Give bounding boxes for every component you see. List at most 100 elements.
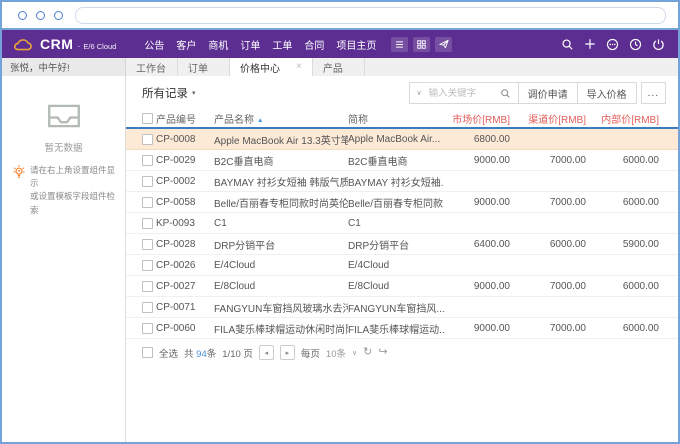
tab[interactable]: 产品 [313, 58, 365, 76]
prev-page-button[interactable]: ◂ [259, 345, 274, 360]
tab-close-icon[interactable]: × [296, 62, 302, 72]
clock-icon[interactable] [629, 38, 642, 51]
window-control-dot[interactable] [18, 11, 27, 20]
channel-price-cell: 7000.00 [510, 155, 586, 166]
short-name-cell: Apple MacBook Air... [348, 134, 444, 145]
tab[interactable]: 工作台 [126, 58, 178, 76]
product-code-cell: CP-0002 [156, 176, 214, 187]
select-all-checkbox[interactable] [142, 113, 153, 124]
price-adjust-request-button[interactable]: 调价申请 [518, 83, 577, 103]
product-name-cell[interactable]: B2C垂直电商 [214, 153, 348, 168]
import-prices-button[interactable]: 导入价格 [577, 83, 636, 103]
search-submit-icon[interactable] [493, 88, 518, 99]
nav-item[interactable]: 合同 [298, 37, 330, 52]
internal-price-cell: 5900.00 [586, 239, 679, 250]
row-checkbox[interactable] [142, 134, 153, 145]
row-checkbox[interactable] [142, 323, 153, 334]
row-checkbox[interactable] [142, 218, 153, 229]
column-header-market-price[interactable]: 市场价[RMB] [444, 111, 510, 126]
toolbar-actions: ∨ 调价申请 导入价格 ... [409, 82, 666, 104]
product-name-cell[interactable]: FILA斐乐棒球帽运动休闲时尚防晒遮阳帽子 [214, 321, 348, 336]
column-header-product-name[interactable]: 产品名称▲ [214, 111, 348, 126]
sort-asc-icon[interactable]: ▲ [257, 117, 263, 124]
nav-item[interactable]: 公告 [138, 37, 170, 52]
grid-view-button[interactable] [413, 37, 430, 52]
more-options-icon[interactable] [606, 38, 619, 51]
table-row[interactable]: CP-0008 Apple MacBook Air 13.3英寸笔记本电脑 Ap… [126, 129, 678, 150]
product-name-cell[interactable]: BAYMAY 衬衫女短袖 韩版气质女装蝴蝶结... [214, 174, 348, 189]
row-checkbox[interactable] [142, 239, 153, 250]
table-row[interactable]: KP-0093 C1 C1 [126, 213, 678, 234]
lightbulb-icon [12, 164, 26, 185]
per-page-label: 每页 [301, 346, 320, 360]
product-code-cell: CP-0027 [156, 281, 214, 292]
column-header-channel-price[interactable]: 渠道价[RMB] [510, 111, 586, 126]
refresh-icon[interactable]: ↻ [363, 347, 372, 358]
internal-price-cell: 6000.00 [586, 281, 679, 292]
per-page-caret-icon[interactable]: ∨ [352, 349, 357, 357]
table-row[interactable]: CP-0071 FANGYUN车窗挡风玻璃水去污除油清洗剂 FANGYUN车窗挡… [126, 297, 678, 318]
nav-item[interactable]: 订单 [234, 37, 266, 52]
empty-state-text: 暂无数据 [2, 140, 125, 154]
internal-price-cell: 6000.00 [586, 323, 679, 334]
column-header-internal-price[interactable]: 内部价[RMB] [586, 111, 679, 126]
table-row[interactable]: CP-0028 DRP分销平台 DRP分销平台 6400.00 6000.00 … [126, 234, 678, 255]
forward-icon[interactable]: ↪ [378, 347, 387, 358]
tab[interactable]: 订单 [178, 58, 230, 76]
view-selector[interactable]: 所有记录 ▾ [142, 85, 196, 101]
product-name-cell[interactable]: Apple MacBook Air 13.3英寸笔记本电脑 [214, 132, 348, 147]
tab[interactable]: 价格中心 × [230, 58, 313, 76]
nav-item[interactable]: 工单 [266, 37, 298, 52]
product-name-cell[interactable]: E/8Cloud [214, 281, 348, 292]
keyword-search-input[interactable] [427, 87, 493, 100]
table-row[interactable]: CP-0027 E/8Cloud E/8Cloud 9000.00 7000.0… [126, 276, 678, 297]
url-bar[interactable] [75, 7, 666, 24]
product-name-cell[interactable]: DRP分销平台 [214, 237, 348, 252]
search-icon[interactable] [561, 38, 574, 51]
row-checkbox[interactable] [142, 155, 153, 166]
list-view-button[interactable] [391, 37, 408, 52]
product-code-cell: CP-0058 [156, 197, 214, 208]
more-actions-button[interactable]: ... [641, 82, 666, 104]
table-row[interactable]: CP-0026 E/4Cloud E/4Cloud [126, 255, 678, 276]
nav-item[interactable]: 客户 [170, 37, 202, 52]
nav-item[interactable]: 项目主页 [330, 37, 382, 52]
table-header: 产品编号 产品名称▲ 简称 市场价[RMB] 渠道价[RMB] 内部价[RMB] [126, 109, 678, 129]
browser-chrome [2, 2, 678, 30]
product-code-cell: CP-0029 [156, 155, 214, 166]
power-icon[interactable] [652, 38, 665, 51]
nav-item[interactable]: 商机 [202, 37, 234, 52]
row-checkbox[interactable] [142, 176, 153, 187]
column-header-short-name[interactable]: 简称 [348, 111, 444, 126]
table-row[interactable]: CP-0058 Belle/百丽春专柜同款时尚英伦复古油皮绑... Belle/… [126, 192, 678, 213]
tip-block: 请在右上角设置组件显示 或设置模板字段组件检索 [2, 164, 125, 217]
product-name-cell[interactable]: Belle/百丽春专柜同款时尚英伦复古油皮绑... [214, 195, 348, 210]
per-page-value[interactable]: 10条 [326, 346, 346, 360]
total-count[interactable]: 94 [196, 349, 207, 360]
row-checkbox[interactable] [142, 302, 153, 313]
product-name-cell[interactable]: FANGYUN车窗挡风玻璃水去污除油清洗剂 [214, 300, 348, 315]
table-row[interactable]: CP-0060 FILA斐乐棒球帽运动休闲时尚防晒遮阳帽子 FILA斐乐棒球帽运… [126, 318, 678, 339]
empty-state: 暂无数据 [2, 102, 125, 154]
row-checkbox[interactable] [142, 260, 153, 271]
short-name-cell: E/8Cloud [348, 281, 444, 292]
window-control-dot[interactable] [36, 11, 45, 20]
footer-select-all-checkbox[interactable] [142, 347, 153, 358]
product-name-cell[interactable]: E/4Cloud [214, 260, 348, 271]
product-name-cell[interactable]: C1 [214, 218, 348, 229]
row-checkbox[interactable] [142, 281, 153, 292]
send-button[interactable] [435, 37, 452, 52]
market-price-cell: 6800.00 [444, 134, 510, 145]
product-code-cell: CP-0060 [156, 323, 214, 334]
column-header-product-code[interactable]: 产品编号 [156, 111, 214, 126]
total-suffix: 条 [207, 349, 217, 360]
add-icon[interactable] [584, 38, 596, 50]
product-code-cell: KP-0093 [156, 218, 214, 229]
row-checkbox[interactable] [142, 197, 153, 208]
table-row[interactable]: CP-0029 B2C垂直电商 B2C垂直电商 9000.00 7000.00 … [126, 150, 678, 171]
search-scope-chevron-icon[interactable]: ∨ [410, 89, 427, 97]
sub-header: 张悦，中午好! 工作台 订单 价格中心 × 产品 [2, 58, 678, 76]
next-page-button[interactable]: ▸ [280, 345, 295, 360]
window-control-dot[interactable] [54, 11, 63, 20]
table-row[interactable]: CP-0002 BAYMAY 衬衫女短袖 韩版气质女装蝴蝶结... BAYMAY… [126, 171, 678, 192]
